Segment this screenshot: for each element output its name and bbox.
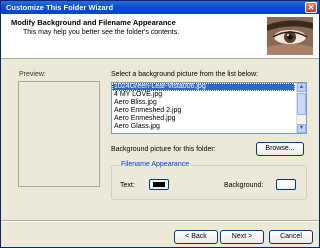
filename-appearance-group: Filename Appearance Text: Background: [111,161,307,200]
preview-box [18,81,100,187]
arrow-down-icon: ▼ [298,125,305,131]
close-button[interactable]: ✕ [305,2,317,13]
list-item[interactable]: 1024Green-Leaf-Vista006.jpg [112,83,295,91]
list-item[interactable]: Aero Enmeshed 2.jpg [112,107,295,115]
background-color-label: Background: [224,182,264,189]
background-picture-label: Background picture for this folder: [111,146,216,153]
background-listbox[interactable]: 1024Green-Leaf-Vista006.jpg 4 MY LOVE.jp… [111,82,307,134]
text-color-label: Text: [120,182,135,189]
wizard-header: Modify Background and Filename Appearanc… [1,14,319,59]
list-item[interactable]: Aero Enmeshed.jpg [112,115,295,123]
scroll-up-button[interactable]: ▲ [297,83,306,92]
wizard-window: Customize This Folder Wizard ✕ Modify Ba… [0,0,320,248]
page-title: Modify Background and Filename Appearanc… [11,18,176,27]
title-bar[interactable]: Customize This Folder Wizard ✕ [1,1,319,14]
close-icon: ✕ [307,3,315,12]
list-scrollbar[interactable]: ▲ ▼ [296,83,306,133]
scroll-down-button[interactable]: ▼ [297,124,306,133]
text-color-button[interactable] [149,179,169,190]
back-button[interactable]: < Back [174,230,218,244]
arrow-up-icon: ▲ [298,84,305,90]
preview-label: Preview: [19,71,46,78]
page-subtitle: This may help you better see the folder'… [23,29,180,36]
eye-picture [267,17,313,55]
browse-button[interactable]: Browse... [256,142,304,156]
list-item[interactable]: Aero Glass.jpg [112,123,295,131]
background-color-swatch [280,182,292,187]
cancel-button[interactable]: Cancel [269,230,313,244]
scroll-thumb[interactable] [297,93,306,115]
footer-divider [1,220,319,222]
background-color-button[interactable] [276,179,296,190]
text-color-swatch [153,182,165,187]
list-item[interactable]: Aero Bliss.jpg [112,99,295,107]
list-item[interactable]: 4 MY LOVE.jpg [112,91,295,99]
next-button[interactable]: Next > [220,230,264,244]
picker-label: Select a background picture from the lis… [111,71,259,78]
window-title: Customize This Folder Wizard [6,3,114,12]
group-title: Filename Appearance [119,161,192,168]
